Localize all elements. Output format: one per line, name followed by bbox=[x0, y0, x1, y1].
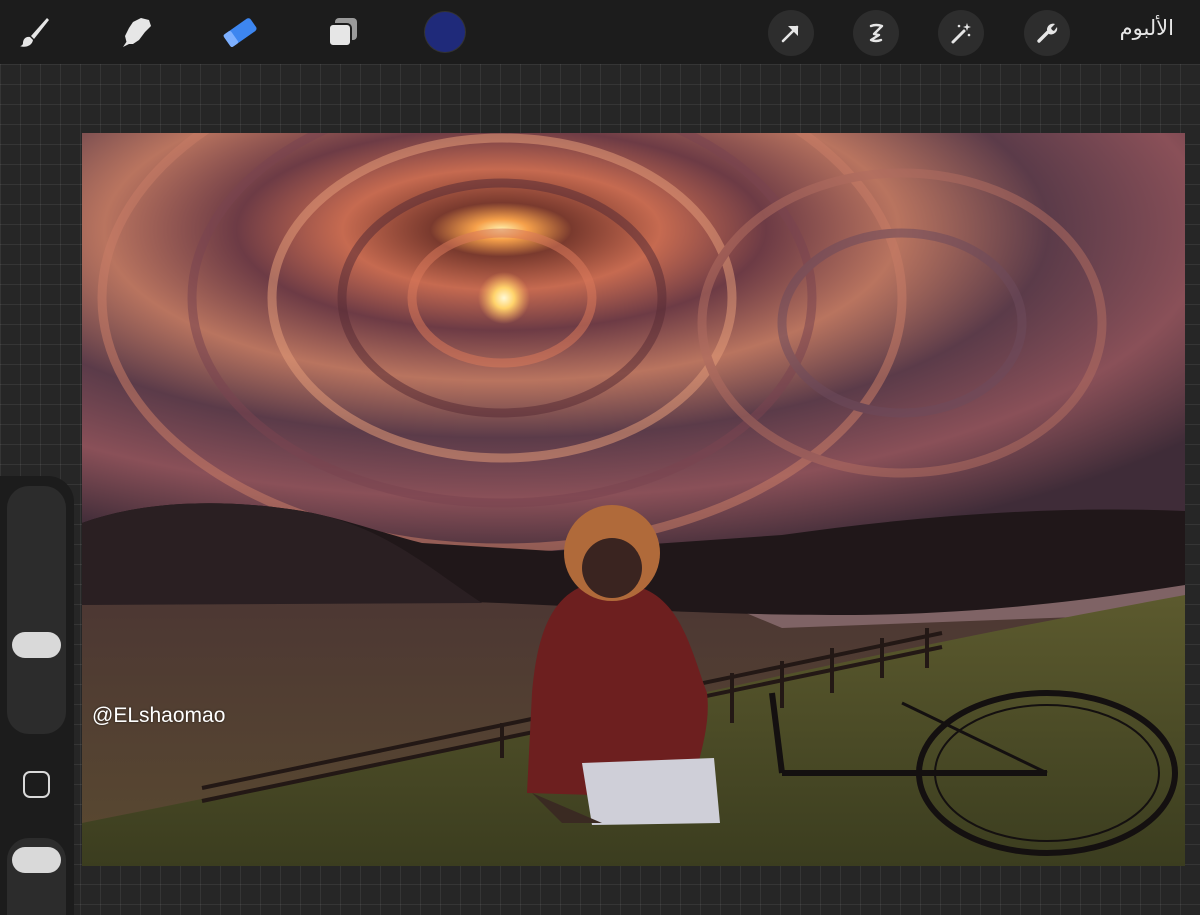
eraser-tool[interactable] bbox=[218, 10, 262, 54]
selection-icon bbox=[869, 23, 884, 43]
artwork-watermark: @ELshaomao bbox=[92, 704, 226, 727]
square-icon bbox=[22, 770, 50, 798]
selection-button[interactable] bbox=[853, 10, 899, 56]
color-swatch[interactable] bbox=[425, 12, 465, 52]
brush-size-slider[interactable] bbox=[7, 486, 66, 734]
opacity-slider-thumb[interactable] bbox=[12, 847, 61, 873]
magic-wand-icon bbox=[951, 23, 971, 44]
cursor-arrow-icon bbox=[781, 25, 799, 43]
eraser-icon bbox=[223, 18, 257, 47]
brush-tool[interactable] bbox=[12, 10, 56, 54]
actions-button[interactable] bbox=[1024, 10, 1070, 56]
drawing-canvas[interactable]: @ELshaomao bbox=[82, 133, 1185, 866]
gallery-button[interactable]: الألبوم bbox=[1120, 16, 1174, 40]
left-sidebar bbox=[0, 476, 74, 915]
smudge-icon bbox=[123, 18, 151, 47]
wrench-icon bbox=[1037, 23, 1058, 43]
brush-icon bbox=[20, 18, 49, 47]
brush-size-slider-thumb[interactable] bbox=[12, 632, 61, 659]
transform-button[interactable] bbox=[768, 10, 814, 56]
top-toolbar: الألبوم bbox=[0, 0, 1200, 64]
layers-tool[interactable] bbox=[321, 10, 365, 54]
layers-icon bbox=[328, 18, 357, 47]
smudge-tool[interactable] bbox=[115, 10, 159, 54]
adjustments-button[interactable] bbox=[938, 10, 984, 56]
opacity-slider[interactable] bbox=[7, 838, 66, 915]
modify-button[interactable] bbox=[20, 768, 52, 800]
artwork-image bbox=[82, 133, 1185, 866]
